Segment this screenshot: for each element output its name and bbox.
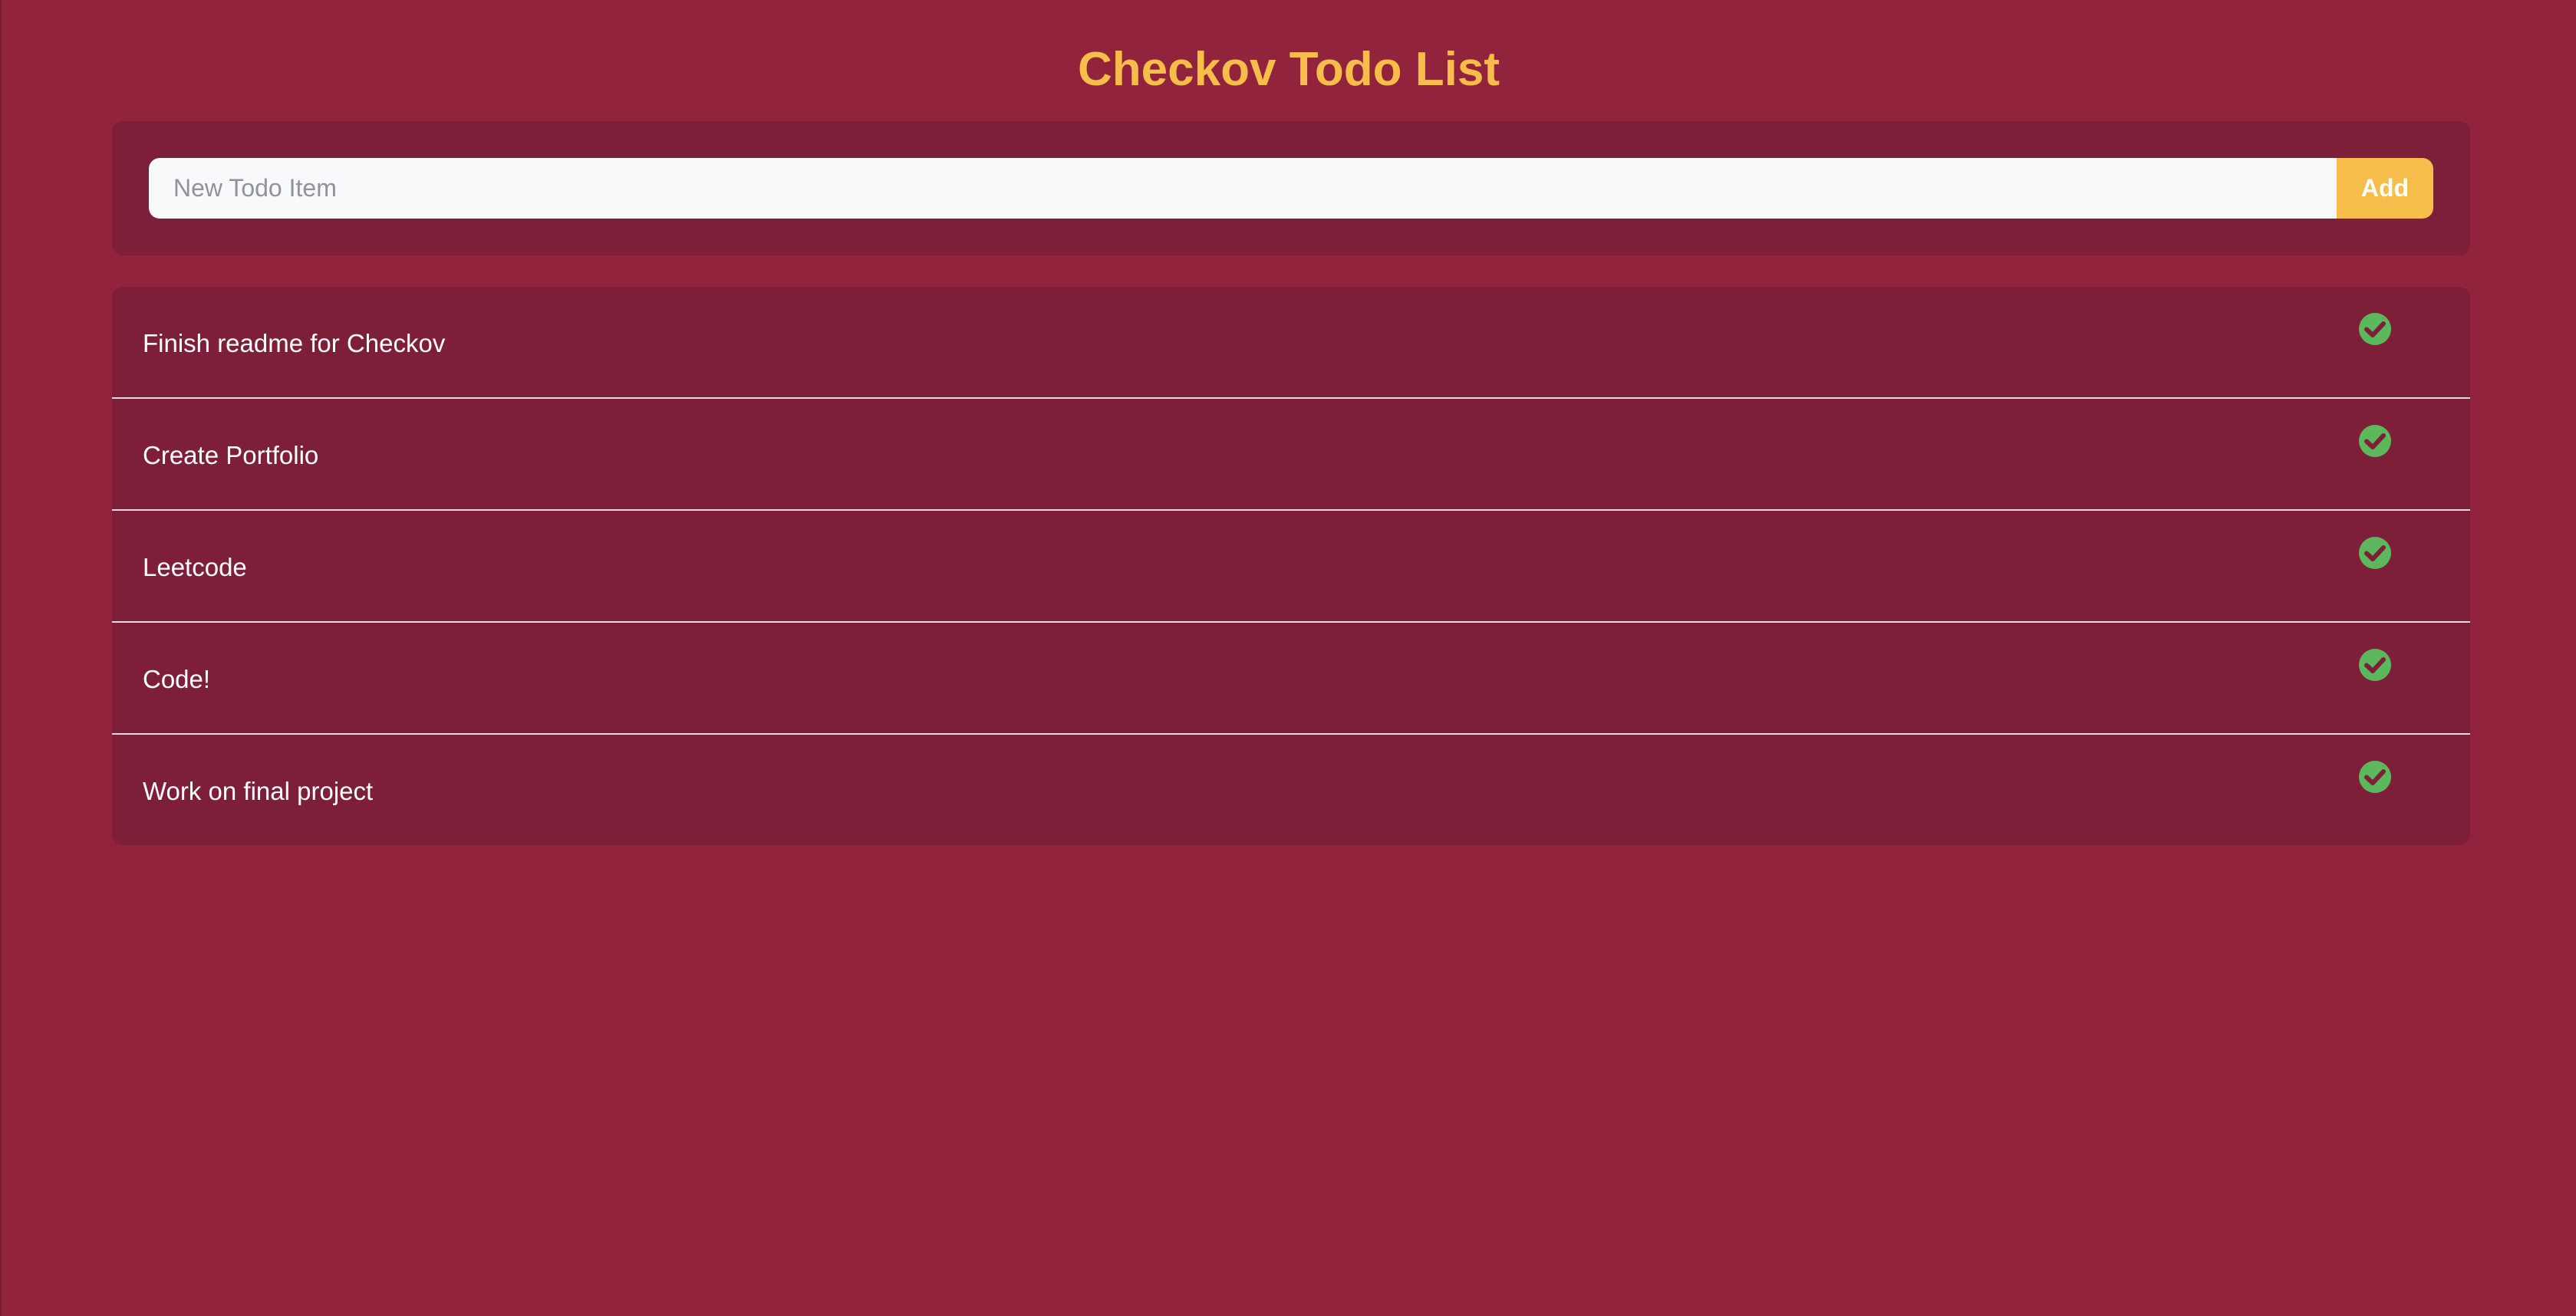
todo-item: Work on final project <box>112 735 2470 845</box>
check-circle-icon[interactable] <box>2358 536 2392 570</box>
todo-list: Finish readme for Checkov Create Portfol… <box>112 287 2470 845</box>
todo-item: Finish readme for Checkov <box>112 287 2470 399</box>
todo-item: Leetcode <box>112 511 2470 623</box>
check-circle-icon[interactable] <box>2358 424 2392 458</box>
todo-item-text: Leetcode <box>143 553 247 581</box>
check-circle-icon[interactable] <box>2358 760 2392 794</box>
add-button[interactable]: Add <box>2337 158 2433 219</box>
todo-item-text: Finish readme for Checkov <box>143 329 446 357</box>
page-title: Checkov Todo List <box>1077 43 1500 96</box>
new-todo-panel: Add <box>112 121 2470 255</box>
todo-item-text: Create Portfolio <box>143 441 319 469</box>
check-circle-icon[interactable] <box>2358 648 2392 682</box>
check-circle-icon[interactable] <box>2358 312 2392 346</box>
todo-item-text: Work on final project <box>143 777 374 805</box>
todo-item: Create Portfolio <box>112 399 2470 511</box>
todo-item-text: Code! <box>143 665 211 693</box>
todo-item: Code! <box>112 623 2470 735</box>
new-todo-input[interactable] <box>149 158 2338 219</box>
